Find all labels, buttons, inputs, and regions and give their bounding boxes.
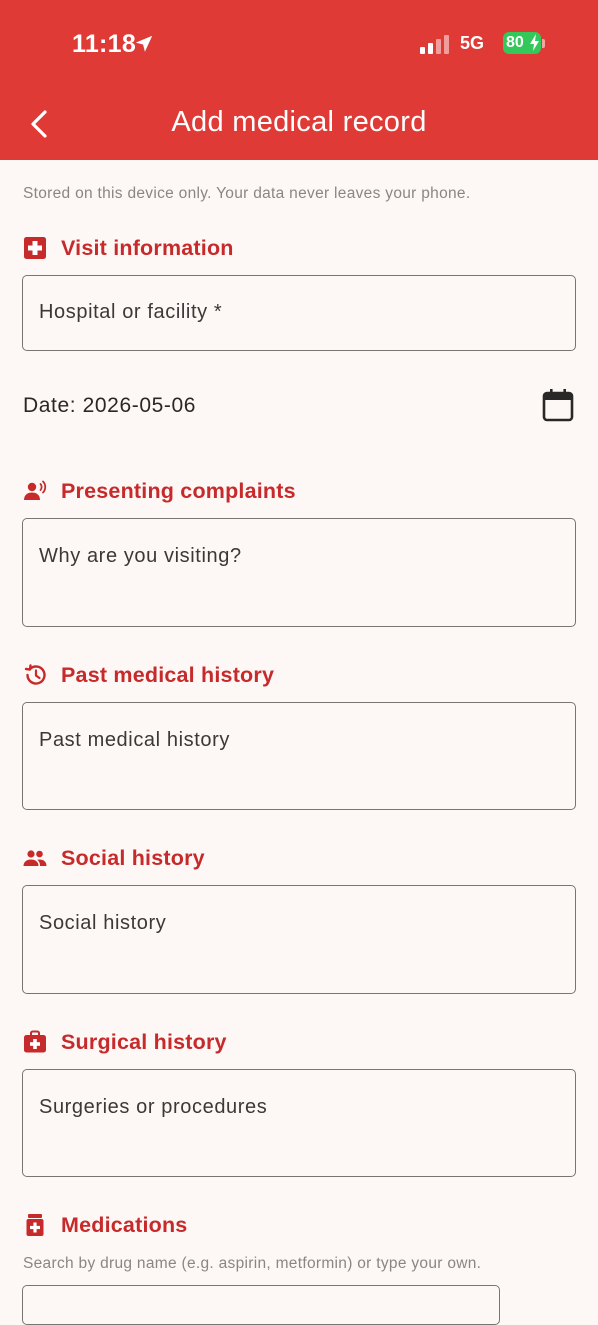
date-row[interactable]: Date: 2026-05-06 xyxy=(23,389,578,424)
medication-search-input[interactable] xyxy=(22,1285,500,1325)
status-time: 11:18 xyxy=(72,30,137,58)
facility-placeholder: Hospital or facility * xyxy=(39,301,223,323)
battery-cap xyxy=(542,39,545,48)
social-history-input[interactable]: Social history xyxy=(22,885,576,994)
section-medications: Medications xyxy=(23,1210,187,1240)
complaints-placeholder: Why are you visiting? xyxy=(39,545,242,567)
date-label: Date: 2026-05-06 xyxy=(23,394,197,417)
section-social-history: Social history xyxy=(23,843,205,873)
medical-cross-icon xyxy=(24,237,46,259)
surgical-history-placeholder: Surgeries or procedures xyxy=(39,1096,268,1118)
section-title: Presenting complaints xyxy=(61,478,296,503)
section-title: Surgical history xyxy=(61,1029,227,1054)
section-surgical-history: Surgical history xyxy=(23,1027,227,1057)
app-bar: Add medical record xyxy=(0,88,598,160)
complaints-input[interactable]: Why are you visiting? xyxy=(22,518,576,627)
section-title: Visit information xyxy=(61,235,234,260)
network-type: 5G xyxy=(460,33,485,53)
location-arrow-icon xyxy=(135,35,153,52)
cellular-signal-icon xyxy=(420,35,449,54)
people-icon xyxy=(23,850,47,866)
past-history-placeholder: Past medical history xyxy=(39,729,230,751)
surgical-history-input[interactable]: Surgeries or procedures xyxy=(22,1069,576,1177)
battery-indicator: 80 xyxy=(503,32,541,54)
history-icon xyxy=(24,664,46,685)
section-title: Medications xyxy=(61,1212,188,1237)
section-title: Social history xyxy=(61,845,205,870)
section-presenting-complaints: Presenting complaints xyxy=(23,476,296,506)
section-past-medical-history: Past medical history xyxy=(23,660,274,690)
section-visit-information: Visit information xyxy=(23,233,234,263)
person-speaking-icon xyxy=(24,480,47,500)
facility-input[interactable]: Hospital or facility * xyxy=(22,275,576,351)
charging-bolt-icon xyxy=(530,34,539,51)
calendar-icon[interactable] xyxy=(542,388,574,422)
privacy-notice: Stored on this device only. Your data ne… xyxy=(23,185,471,202)
medication-icon xyxy=(26,1214,44,1236)
section-title: Past medical history xyxy=(61,662,275,687)
medical-bag-icon xyxy=(24,1030,46,1053)
battery-level: 80 xyxy=(506,34,524,51)
social-history-placeholder: Social history xyxy=(39,912,167,934)
past-history-input[interactable]: Past medical history xyxy=(22,702,576,810)
medications-hint: Search by drug name (e.g. aspirin, metfo… xyxy=(23,1255,482,1272)
page-title: Add medical record xyxy=(171,106,427,138)
status-bar: 11:18 5G 80 xyxy=(0,0,598,88)
